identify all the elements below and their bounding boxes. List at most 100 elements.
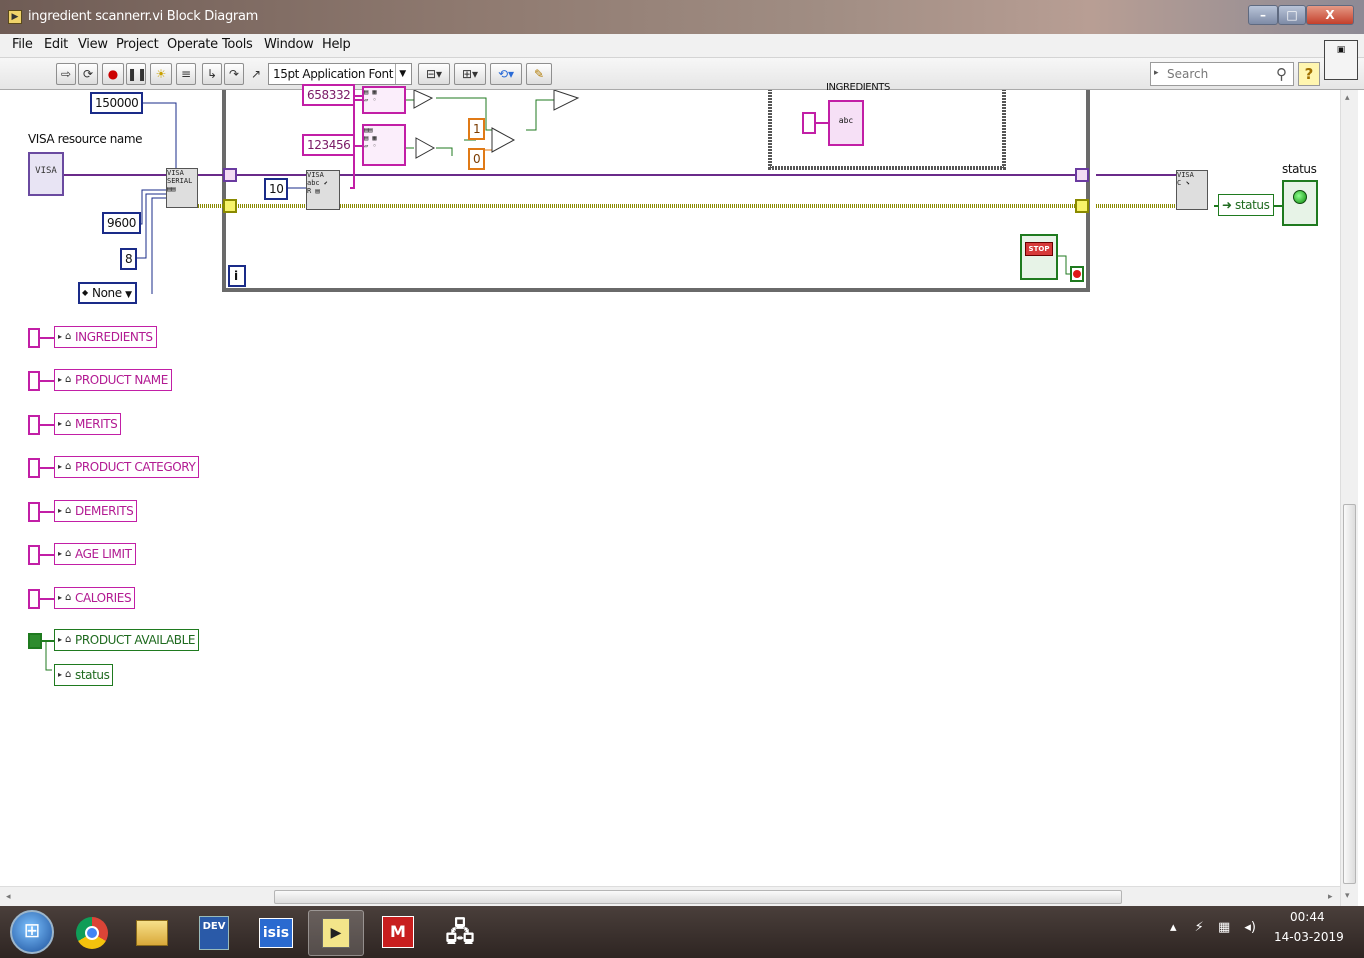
baud-rate-constant[interactable]: 9600 [102,212,141,234]
arrow-right-icon: ➜ [1222,198,1232,212]
scroll-left-icon[interactable]: ◂ [6,891,11,902]
string-local-variable[interactable] [802,112,816,134]
step-out-icon[interactable]: ↗ [246,63,266,85]
menu-window[interactable]: Window [264,37,314,52]
minimize-button[interactable]: – [1248,5,1278,25]
visa-output-tunnel [1075,168,1089,182]
pause-icon[interactable]: ❚❚ [126,63,147,85]
menu-help[interactable]: Help [322,37,351,52]
power-icon[interactable]: ⚡ [1195,920,1204,935]
scroll-right-icon[interactable]: ▸ [1328,891,1333,902]
mplab-icon[interactable]: M [370,910,426,956]
chrome-icon[interactable] [64,910,120,956]
window-title: ingredient scannerr.vi Block Diagram [28,9,258,24]
data-bits-constant[interactable]: 8 [120,248,138,270]
show-hidden-icons-icon[interactable]: ▴ [1170,920,1177,935]
maximize-button[interactable]: □ [1278,5,1306,25]
chevron-down-icon: ▼ [395,64,409,84]
labview-icon[interactable]: ▶ [308,910,364,956]
abort-icon[interactable]: ● [102,63,124,85]
error-input-tunnel [223,199,237,213]
local-variable-label: AGE LIMIT [75,547,132,561]
local-variable-label: MERITS [75,417,118,431]
vertical-scroll-thumb[interactable] [1343,504,1356,884]
highlight-execution-icon[interactable]: ☀ [150,63,172,85]
volume-icon[interactable]: ◂) [1244,920,1256,935]
false-value-constant[interactable]: 0 [468,148,486,170]
menu-project[interactable]: Project [116,37,159,52]
local-variable-label: DEMERITS [75,504,134,518]
step-over-icon[interactable]: ↷ [224,63,244,85]
file-explorer-icon[interactable] [124,910,180,956]
iteration-terminal: i [228,265,246,287]
distribute-objects-icon[interactable]: ⊞▾ [454,63,486,85]
byte-count-constant[interactable]: 10 [264,178,289,200]
block-diagram-canvas[interactable]: 150000 VISA resource name VISA VISA SERIA… [6,82,1338,886]
horizontal-scroll-thumb[interactable] [274,890,1122,904]
true-value-constant[interactable]: 1 [468,118,486,140]
vertical-scrollbar[interactable]: ▴ ▾ [1340,90,1358,906]
string-search-node-1[interactable]: ▤ ▦ ▱ ◦ [362,86,406,114]
code-constant-1[interactable]: 658332 [302,84,356,106]
visa-configure-serial-port-node[interactable]: VISA SERIAL ▤▤ [166,168,198,208]
local-variable-label: PRODUCT AVAILABLE [75,633,196,647]
ingredients-indicator-partial-label: INGREDIENTS [826,82,890,93]
menu-tools[interactable]: Tools [222,37,253,52]
status-led-indicator[interactable] [1282,180,1318,226]
menu-file[interactable]: File [12,37,33,52]
close-button[interactable]: X [1306,5,1354,25]
isis-icon[interactable]: isis [248,910,304,956]
visa-control-label: VISA [35,166,57,176]
network-status-icon[interactable]: ▦ [1218,920,1230,935]
parity-enum-constant[interactable]: ◆ None ▼ [78,282,137,304]
clean-up-diagram-icon[interactable]: ✎ [526,63,552,85]
align-objects-icon[interactable]: ⊟▾ [418,63,450,85]
wires-layer [45,90,1282,671]
search-field[interactable]: ▸ Search ⚲ [1150,62,1294,86]
context-help-icon[interactable]: ? [1298,62,1320,86]
step-into-icon[interactable]: ↳ [202,63,222,85]
string-search-node-2[interactable]: ▤▤ ▤ ▦ ▱ ◦ [362,124,406,166]
dev-cpp-icon[interactable]: DEV [186,910,242,956]
run-icon[interactable]: ⇨ [56,63,76,85]
stop-button-control[interactable]: STOP [1020,234,1058,280]
timeout-constant[interactable]: 150000 [90,92,144,114]
reorder-icon[interactable]: ⟲▾ [490,63,522,85]
vi-connector-pane-icon[interactable]: ▣ [1324,40,1358,80]
run-continuously-icon[interactable]: ⟳ [78,63,98,85]
title-bar: ▶ ingredient scannerr.vi Block Diagram –… [0,0,1364,34]
menu-bar: File Edit View Project Operate Tools Win… [0,34,1364,58]
clock-time[interactable]: 00:44 [1290,910,1325,924]
visa-read-node[interactable]: VISA abc ⬋ R ▤ [306,170,340,210]
local-variable-label: CALORIES [75,591,132,605]
stop-condition-icon [1073,270,1081,278]
clock-date[interactable]: 14-03-2019 [1274,930,1344,944]
status-unbundle-node[interactable]: ➜ status [1218,194,1275,216]
stop-label: STOP [1025,242,1053,256]
retain-wire-values-icon[interactable]: ≡ [176,63,196,85]
ingredients-string-indicator[interactable]: abc [828,100,864,146]
search-icon[interactable]: ⚲ [1276,65,1287,83]
network-icon[interactable]: 🖧 [432,910,488,956]
code-constant-2[interactable]: 123456 [302,134,356,156]
scroll-up-icon[interactable]: ▴ [1345,92,1350,103]
enum-arrows-icon: ◆ [82,288,88,297]
start-button[interactable]: ⊞ [10,910,54,954]
visa-resource-control[interactable]: VISA [28,152,64,196]
horizontal-scrollbar[interactable]: ◂ ▸ [0,886,1340,906]
local-variable-label: status [75,668,110,682]
menu-edit[interactable]: Edit [44,37,68,52]
search-placeholder: Search [1167,67,1209,81]
menu-view[interactable]: View [78,37,108,52]
visa-close-node[interactable]: VISA C ⬊ [1176,170,1208,210]
labview-vi-icon: ▶ [8,10,22,24]
status-indicator-label: status [1282,162,1317,176]
led-icon [1293,190,1307,204]
system-tray[interactable]: ▴ ⚡ ▦ ◂) [1170,920,1256,935]
scroll-down-icon[interactable]: ▾ [1345,890,1350,901]
error-output-tunnel [1075,199,1089,213]
parity-value: None [92,286,122,300]
font-select-value: 15pt Application Font [273,67,393,81]
menu-operate[interactable]: Operate [167,37,218,52]
font-select[interactable]: 15pt Application Font ▼ [268,63,412,85]
